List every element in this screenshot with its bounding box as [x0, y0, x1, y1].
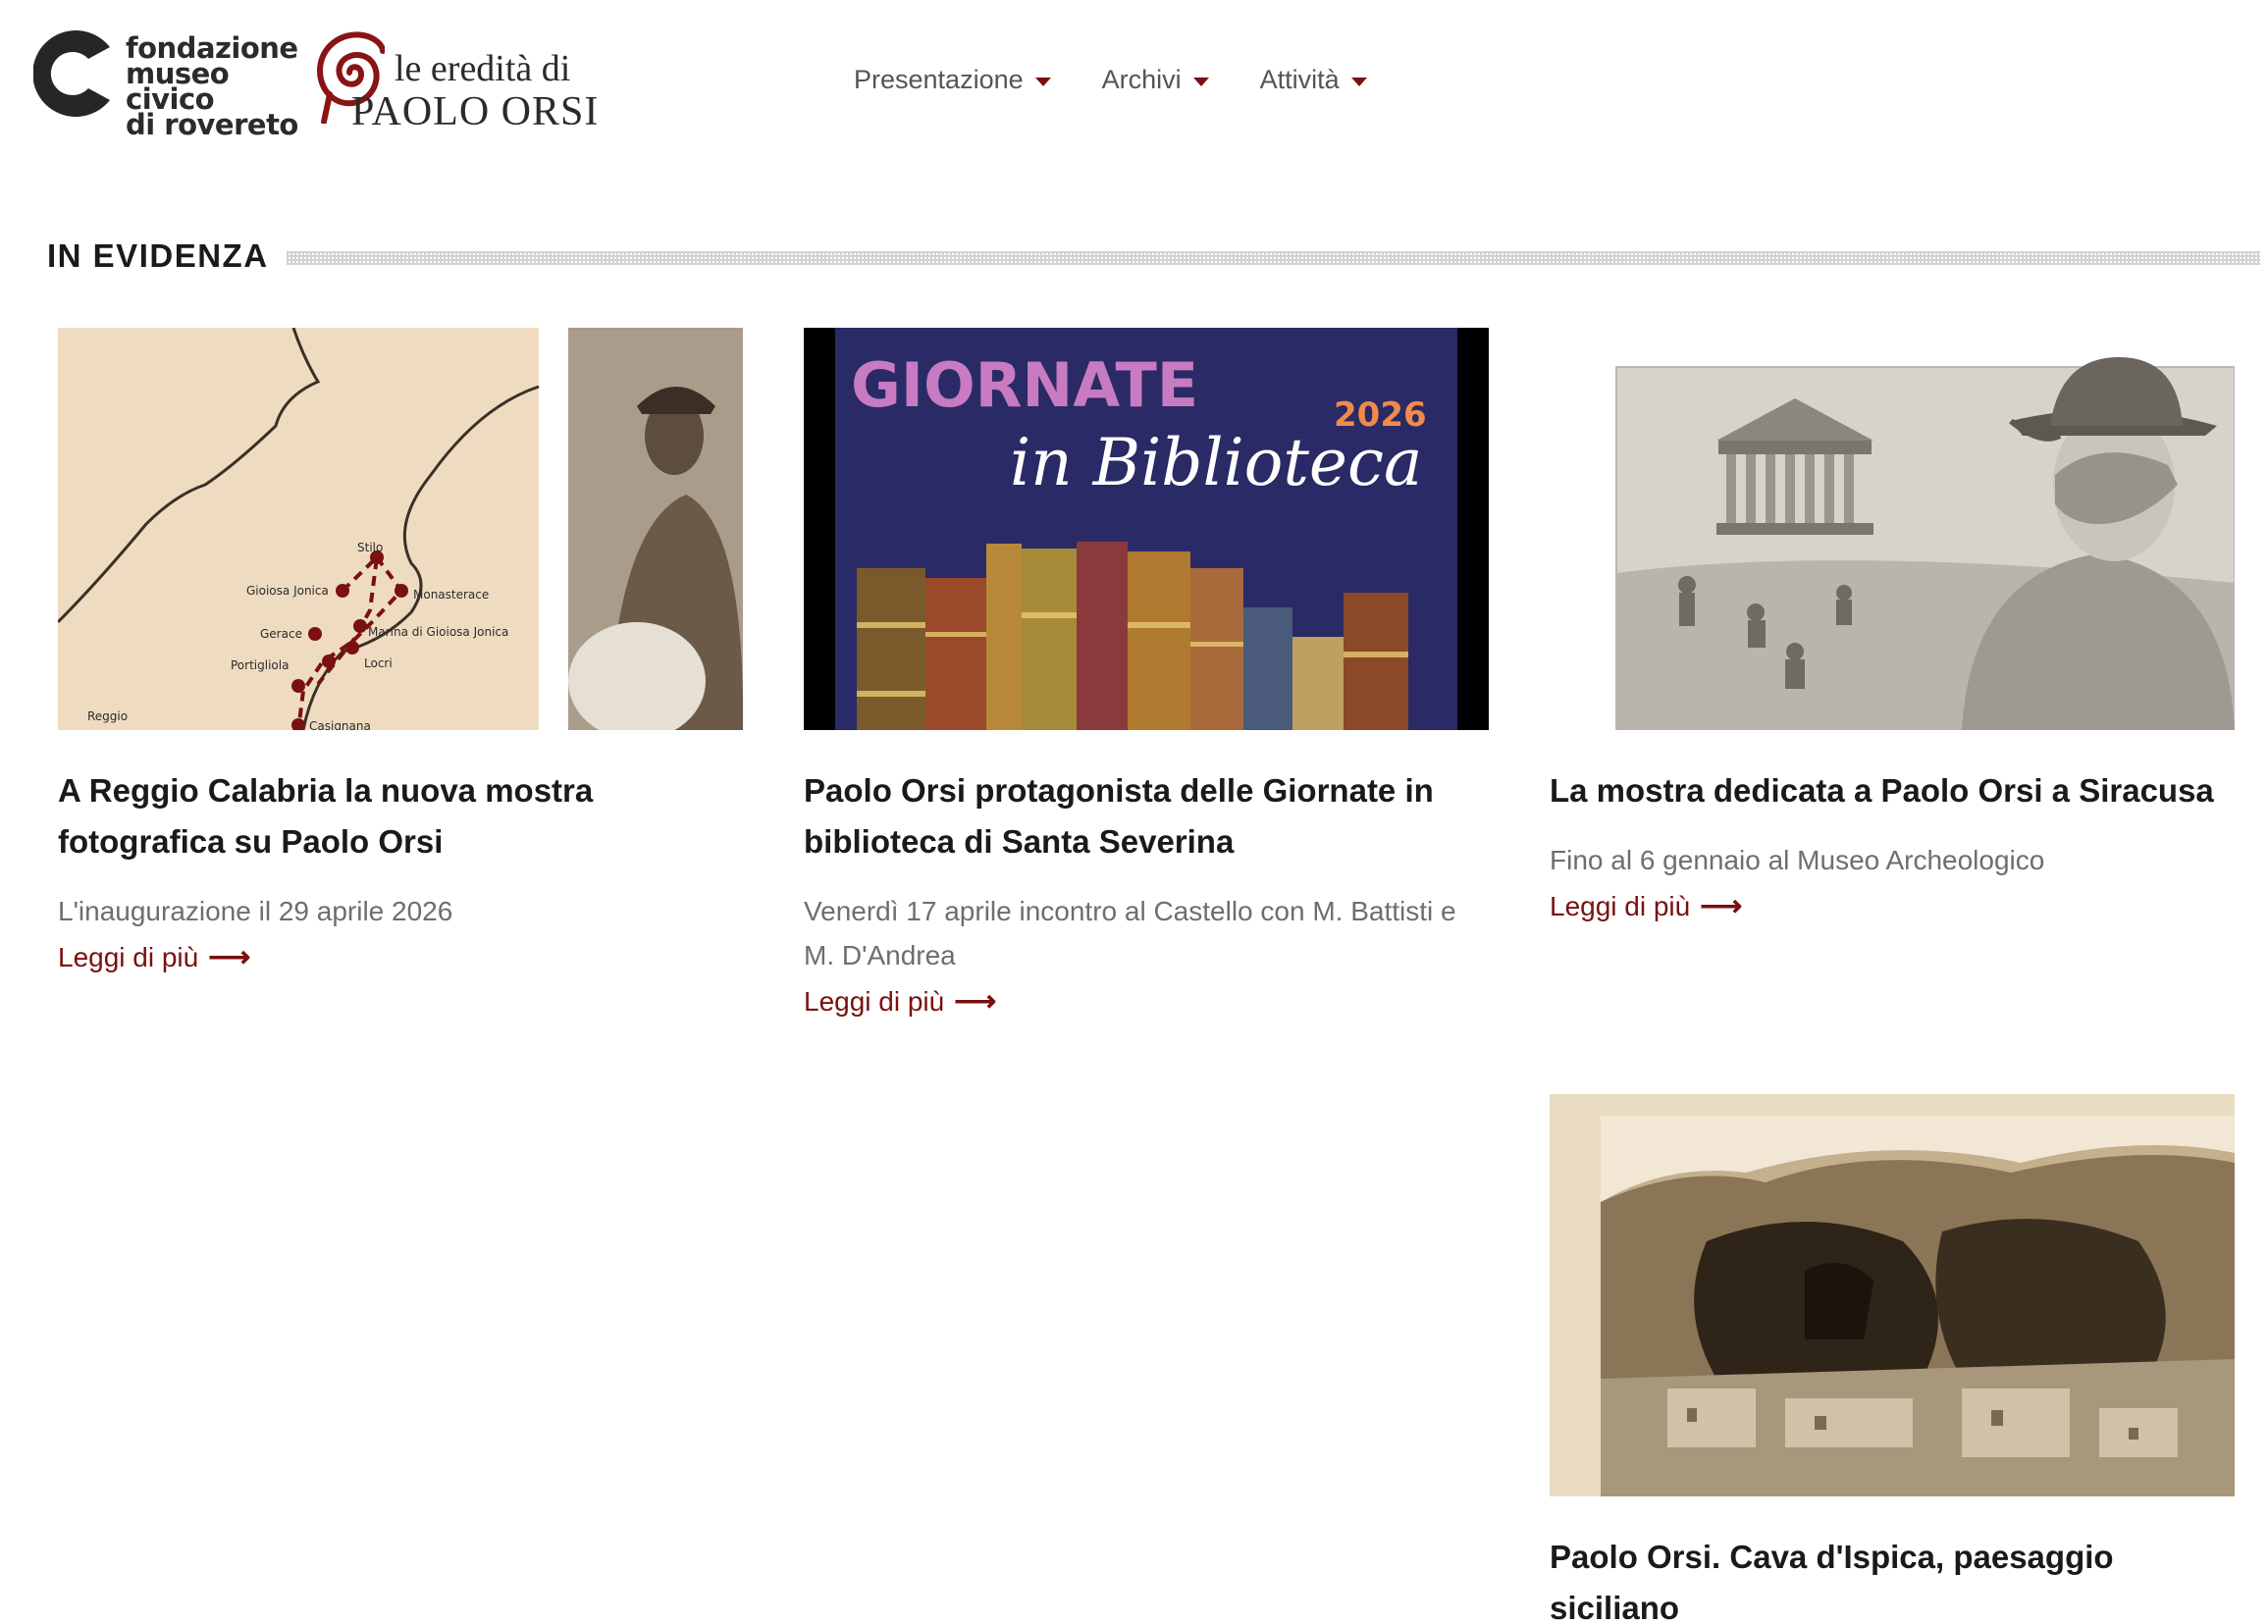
poster-title: GIORNATE [851, 349, 1198, 421]
engraving-illustration [1550, 328, 2235, 730]
map-label: Casignana [309, 719, 371, 730]
read-more-link[interactable]: Leggi di più ⟶ [58, 935, 250, 979]
nav-presentazione[interactable]: Presentazione [854, 65, 1051, 95]
orsi-logo-bottom-text: PAOLO ORSI [351, 89, 600, 134]
map-label: Gioiosa Jonica [246, 584, 329, 598]
card-title[interactable]: Paolo Orsi protagonista delle Giornate i… [804, 765, 1489, 867]
map-label: Monasterace [413, 588, 489, 602]
card-title[interactable]: Paolo Orsi. Cava d'Ispica, paesaggio sic… [1550, 1532, 2235, 1624]
read-more-label: Leggi di più [804, 986, 945, 1017]
read-more-link[interactable]: Leggi di più ⟶ [804, 979, 996, 1023]
card-subtitle: L'inaugurazione il 29 aprile 2026 [58, 896, 453, 926]
card-subtitle: Fino al 6 gennaio al Museo Archeologico [1550, 845, 2045, 875]
card-subtitle: Venerdì 17 aprile incontro al Castello c… [804, 896, 1456, 970]
map-label: Locri [364, 656, 393, 670]
news-card: Paolo Orsi. Cava d'Ispica, paesaggio sic… [1550, 1094, 2235, 1624]
site-header: fondazione museo civico di rovereto le e… [0, 0, 2268, 167]
card-title[interactable]: La mostra dedicata a Paolo Orsi a Siracu… [1550, 765, 2235, 816]
fondazione-museo-civico-logo[interactable]: fondazione museo civico di rovereto [29, 22, 304, 139]
orsi-logo-top-text: le eredità di [395, 48, 571, 89]
cave-photo-illustration [1550, 1094, 2235, 1496]
arrow-right-icon: ⟶ [1700, 890, 1743, 922]
map-label: Marina di Gioiosa Jonica [368, 625, 508, 639]
caret-down-icon [1034, 77, 1051, 86]
caret-down-icon [1192, 77, 1209, 86]
nav-attivita[interactable]: Attività [1260, 65, 1367, 95]
fondazione-c-icon [33, 30, 110, 117]
card-image-engraving[interactable] [1550, 328, 2235, 730]
map-photo-illustration: Stilo Gioiosa Jonica Monasterace Gerace … [58, 328, 743, 730]
card-image-poster[interactable]: GIORNATE 2026 in Biblioteca [804, 328, 1489, 730]
poster-subtitle: in Biblioteca [1010, 425, 1422, 500]
map-label: Gerace [260, 627, 302, 641]
map-label: Stilo [357, 541, 383, 554]
news-card: GIORNATE 2026 in Biblioteca Paolo Orsi p… [804, 328, 1489, 1023]
nav-label: Presentazione [854, 65, 1024, 94]
read-more-label: Leggi di più [1550, 891, 1691, 921]
caret-down-icon [1350, 77, 1367, 86]
news-card: Stilo Gioiosa Jonica Monasterace Gerace … [58, 328, 743, 979]
fondazione-logo-text: fondazione museo civico di rovereto [126, 31, 298, 141]
map-label: Portigliola [231, 658, 289, 672]
arrow-right-icon: ⟶ [954, 985, 997, 1018]
nav-label: Attività [1259, 65, 1340, 94]
section-title: IN EVIDENZA [47, 237, 269, 274]
arrow-right-icon: ⟶ [208, 941, 251, 973]
card-title[interactable]: A Reggio Calabria la nuova mostra fotogr… [58, 765, 743, 867]
nav-label: Archivi [1101, 65, 1182, 94]
main-nav: Presentazione Archivi Attività [854, 65, 1367, 95]
news-card: La mostra dedicata a Paolo Orsi a Siracu… [1550, 328, 2235, 928]
card-image-cave-photo[interactable] [1550, 1094, 2235, 1496]
poster-illustration: GIORNATE 2026 in Biblioteca [804, 328, 1489, 730]
nav-archivi[interactable]: Archivi [1102, 65, 1209, 95]
paolo-orsi-logo[interactable]: le eredità di PAOLO ORSI [310, 18, 598, 134]
map-label: Reggio [87, 709, 128, 723]
read-more-link[interactable]: Leggi di più ⟶ [1550, 884, 1742, 928]
section-title-rule [287, 251, 2260, 265]
read-more-label: Leggi di più [58, 942, 199, 972]
card-image-map-photo[interactable]: Stilo Gioiosa Jonica Monasterace Gerace … [58, 328, 743, 730]
